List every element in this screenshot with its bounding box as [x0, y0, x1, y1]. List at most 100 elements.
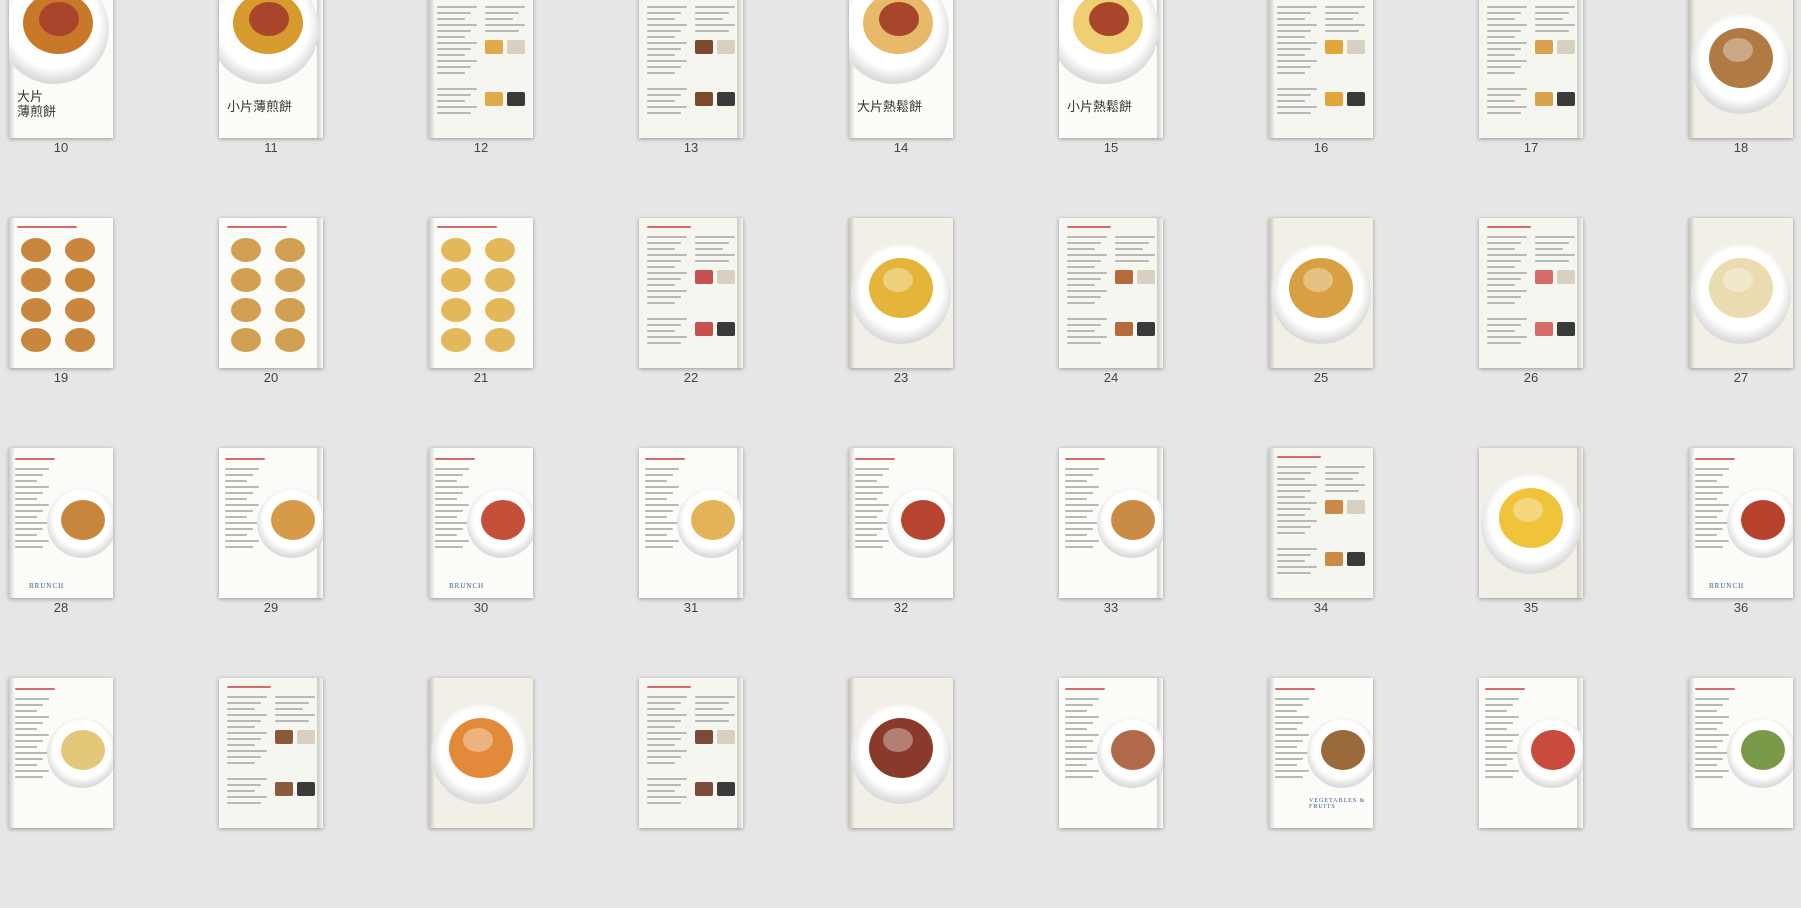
text-line: [647, 726, 675, 728]
text-line: [1485, 704, 1513, 706]
page-thumbnail[interactable]: [1426, 678, 1636, 908]
heading-line: [227, 686, 271, 688]
text-line: [435, 492, 463, 494]
text-line: [1065, 522, 1099, 524]
text-line: [275, 714, 315, 716]
text-line: [695, 6, 735, 8]
text-line: [227, 732, 267, 734]
food: [65, 298, 95, 322]
photo-thumbnail: [1557, 322, 1575, 336]
page-thumbnail[interactable]: 33: [1006, 448, 1216, 678]
photo-thumbnail: [1557, 40, 1575, 54]
page-thumbnail[interactable]: 13: [586, 0, 796, 218]
text-line: [647, 696, 687, 698]
text-line: [1695, 746, 1717, 748]
page-thumbnail[interactable]: BRUNCH 30: [376, 448, 586, 678]
page-number: 11: [264, 140, 278, 155]
page-spine-shadow: [1269, 0, 1275, 138]
page-thumbnail[interactable]: 16: [1216, 0, 1426, 218]
food: [879, 2, 919, 36]
text-line: [437, 18, 465, 20]
page-thumbnail[interactable]: VEGETABLES & FRUITS: [1216, 678, 1426, 908]
page-thumbnail[interactable]: 32: [796, 448, 1006, 678]
page-thumbnail[interactable]: [0, 678, 166, 908]
page-thumbnail[interactable]: 31: [586, 448, 796, 678]
page-image: BRUNCH: [429, 448, 533, 598]
text-line: [1277, 520, 1317, 522]
food: [1513, 498, 1543, 522]
text-line: [225, 522, 259, 524]
page-number: 19: [53, 370, 69, 385]
text-line: [15, 516, 37, 518]
text-line: [1065, 710, 1087, 712]
page-thumbnail[interactable]: 19: [0, 218, 166, 448]
page-thumbnail[interactable]: 29: [166, 448, 376, 678]
text-line: [695, 18, 723, 20]
text-line: [1275, 716, 1309, 718]
text-line: [225, 546, 253, 548]
text-line: [1487, 236, 1527, 238]
page-thumbnail[interactable]: 大片 薄煎餅 10: [0, 0, 166, 218]
photo-thumbnail: [507, 92, 525, 106]
page-thumbnail[interactable]: [796, 678, 1006, 908]
text-line: [1487, 290, 1527, 292]
food: [485, 298, 515, 322]
food: [1741, 730, 1785, 770]
text-line: [1275, 758, 1303, 760]
page-image: [1689, 218, 1793, 368]
text-line: [227, 696, 267, 698]
text-line: [1277, 94, 1311, 96]
text-line: [1485, 746, 1507, 748]
page-thumbnail[interactable]: 35: [1426, 448, 1636, 678]
page-thumbnail[interactable]: 25: [1216, 218, 1426, 448]
page-image: [639, 218, 743, 368]
page-thumbnail[interactable]: 27: [1636, 218, 1801, 448]
text-line: [645, 510, 673, 512]
page-thumbnail[interactable]: [1636, 678, 1801, 908]
text-line: [1277, 6, 1317, 8]
page-thumbnail[interactable]: 34: [1216, 448, 1426, 678]
page-thumbnail[interactable]: 26: [1426, 218, 1636, 448]
page-thumbnail[interactable]: [1006, 678, 1216, 908]
text-line: [225, 468, 259, 470]
page-thumbnail[interactable]: 小片熱鬆餅 15: [1006, 0, 1216, 218]
page-image: [1059, 448, 1163, 598]
page-thumbnail[interactable]: 22: [586, 218, 796, 448]
photo-thumbnail: [297, 730, 315, 744]
page-thumbnail[interactable]: 小片薄煎餅 11: [166, 0, 376, 218]
text-line: [437, 30, 471, 32]
page-thumbnail[interactable]: 24: [1006, 218, 1216, 448]
text-line: [15, 504, 49, 506]
text-line: [647, 236, 687, 238]
text-line: [437, 66, 471, 68]
page-thumbnail[interactable]: BRUNCH 36: [1636, 448, 1801, 678]
text-line: [15, 480, 37, 482]
food: [883, 728, 913, 752]
text-line: [1325, 24, 1365, 26]
page-thumbnail[interactable]: 17: [1426, 0, 1636, 218]
page-thumbnail[interactable]: 18: [1636, 0, 1801, 218]
heading-line: [435, 458, 475, 460]
page-thumbnail[interactable]: [586, 678, 796, 908]
photo-thumbnail: [1347, 552, 1365, 566]
page-thumbnail[interactable]: 20: [166, 218, 376, 448]
text-line: [1065, 486, 1099, 488]
text-line: [15, 770, 49, 772]
text-line: [1695, 516, 1717, 518]
food: [485, 328, 515, 352]
page-thumbnail[interactable]: 23: [796, 218, 1006, 448]
text-line: [1487, 284, 1515, 286]
text-line: [1065, 770, 1099, 772]
page-spine-shadow: [1577, 0, 1583, 138]
page-number: 15: [1103, 140, 1119, 155]
page-thumbnail[interactable]: [166, 678, 376, 908]
page-thumbnail[interactable]: [376, 678, 586, 908]
text-line: [437, 42, 477, 44]
heading-line: [1485, 688, 1525, 690]
text-line: [1487, 260, 1521, 262]
page-thumbnail[interactable]: 21: [376, 218, 586, 448]
text-line: [647, 72, 675, 74]
page-thumbnail[interactable]: 大片熱鬆餅 14: [796, 0, 1006, 218]
page-thumbnail[interactable]: BRUNCH 28: [0, 448, 166, 678]
page-thumbnail[interactable]: 12: [376, 0, 586, 218]
